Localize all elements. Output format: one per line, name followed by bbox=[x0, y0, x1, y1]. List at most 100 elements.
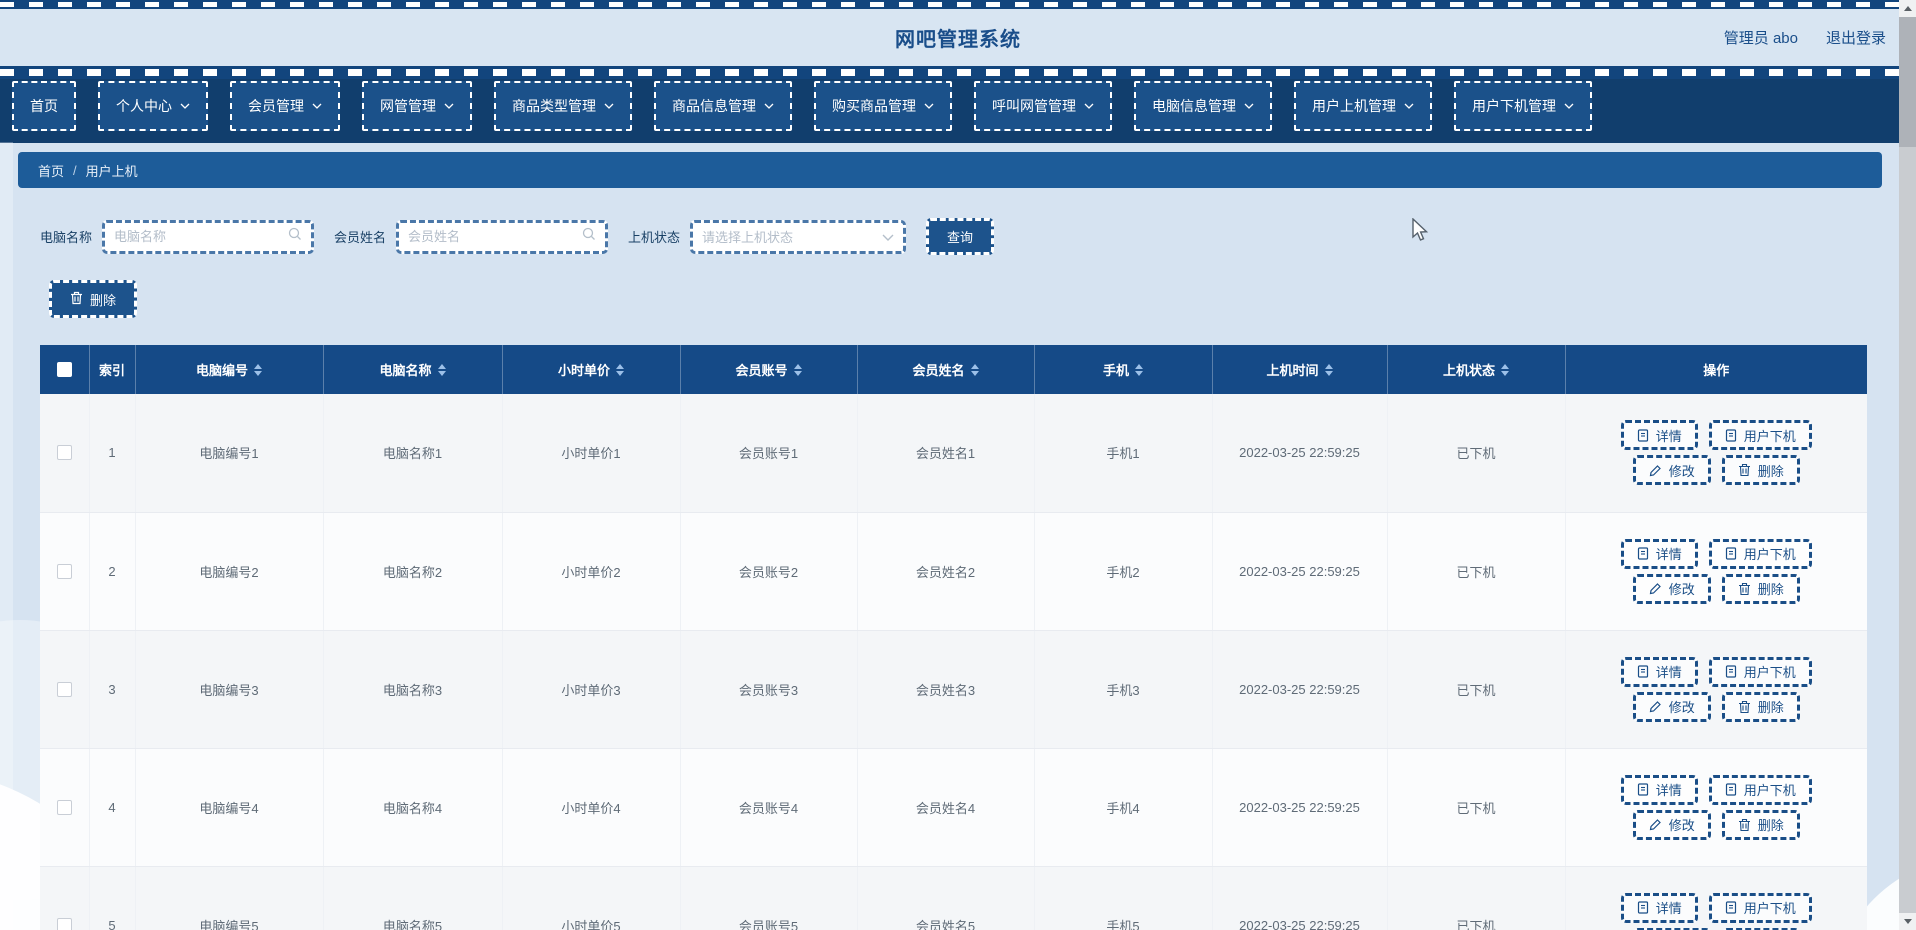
edit-button[interactable]: 修改 bbox=[1632, 809, 1711, 840]
document-icon bbox=[1725, 901, 1736, 914]
edit-button[interactable]: 修改 bbox=[1632, 573, 1711, 604]
select-all-checkbox[interactable] bbox=[56, 362, 72, 377]
row-checkbox[interactable] bbox=[56, 799, 72, 815]
header-online-status[interactable]: 上机状态 bbox=[1387, 345, 1566, 394]
cell-actions: 详情 用户下机 修改 删除 bbox=[1565, 630, 1867, 749]
nav-item-user-online-mgmt[interactable]: 用户上机管理 bbox=[1294, 81, 1432, 131]
nav-item-purchase-mgmt[interactable]: 购买商品管理 bbox=[814, 81, 952, 131]
edit-button[interactable]: 修改 bbox=[1632, 455, 1711, 486]
scroll-up-button[interactable] bbox=[1899, 0, 1916, 17]
logout-link[interactable]: 退出登录 bbox=[1826, 27, 1886, 48]
nav-item-member-mgmt[interactable]: 会员管理 bbox=[230, 81, 340, 131]
chevron-down-icon bbox=[882, 228, 894, 246]
nav-item-product-type-mgmt[interactable]: 商品类型管理 bbox=[494, 81, 632, 131]
user-offline-button[interactable]: 用户下机 bbox=[1708, 892, 1812, 923]
sort-icons[interactable] bbox=[1135, 363, 1143, 376]
row-delete-button[interactable]: 删除 bbox=[1721, 809, 1800, 840]
member-name-input[interactable] bbox=[408, 229, 583, 244]
user-offline-button[interactable]: 用户下机 bbox=[1708, 656, 1812, 687]
row-checkbox[interactable] bbox=[56, 445, 72, 461]
scroll-down-button[interactable] bbox=[1899, 913, 1916, 930]
cell-member-account: 会员账号3 bbox=[680, 630, 858, 749]
cell-member-account: 会员账号1 bbox=[680, 394, 858, 513]
cell-online-time: 2022-03-25 22:59:25 bbox=[1212, 630, 1388, 749]
table-row: 3 电脑编号3 电脑名称3 小时单价3 会员账号3 会员姓名3 手机3 2022… bbox=[40, 630, 1867, 749]
trash-icon bbox=[1738, 464, 1750, 477]
sort-icons[interactable] bbox=[793, 363, 802, 376]
chevron-down-icon bbox=[924, 103, 934, 109]
chevron-down-icon bbox=[604, 103, 614, 109]
row-delete-button[interactable]: 删除 bbox=[1721, 573, 1800, 604]
select-all-cell bbox=[40, 345, 90, 394]
nav-item-personal-center[interactable]: 个人中心 bbox=[98, 81, 208, 131]
detail-button[interactable]: 详情 bbox=[1620, 892, 1698, 923]
edit-button[interactable]: 修改 bbox=[1632, 691, 1711, 722]
cell-online-time: 2022-03-25 22:59:25 bbox=[1212, 512, 1388, 631]
sort-icons[interactable] bbox=[970, 363, 979, 376]
search-button[interactable]: 查询 bbox=[926, 218, 995, 255]
detail-button[interactable]: 详情 bbox=[1620, 656, 1698, 687]
computer-name-input[interactable] bbox=[114, 229, 289, 244]
cell-online-time: 2022-03-25 22:59:25 bbox=[1212, 394, 1388, 513]
nav-item-computer-info-mgmt[interactable]: 电脑信息管理 bbox=[1134, 81, 1272, 131]
sort-icons[interactable] bbox=[1324, 363, 1333, 376]
document-icon bbox=[1725, 665, 1736, 678]
page-title: 网吧管理系统 bbox=[895, 29, 1021, 51]
cell-member-name: 会员姓名1 bbox=[857, 394, 1035, 513]
trash-icon bbox=[70, 291, 83, 308]
cell-computer-id: 电脑编号2 bbox=[135, 512, 324, 631]
user-offline-button[interactable]: 用户下机 bbox=[1708, 538, 1812, 569]
sort-icons[interactable] bbox=[254, 363, 262, 376]
pencil-icon bbox=[1649, 583, 1661, 595]
header-online-time[interactable]: 上机时间 bbox=[1212, 345, 1388, 394]
row-checkbox[interactable] bbox=[56, 681, 72, 697]
cell-index: 5 bbox=[89, 866, 136, 930]
cell-index: 1 bbox=[89, 394, 136, 513]
online-status-select[interactable]: 请选择上机状态 bbox=[690, 219, 907, 254]
member-name-input-wrap bbox=[396, 219, 609, 254]
breadcrumb: 首页 / 用户上机 bbox=[18, 152, 1882, 188]
row-checkbox[interactable] bbox=[56, 917, 72, 930]
cell-member-name: 会员姓名4 bbox=[857, 748, 1035, 867]
cell-phone: 手机4 bbox=[1034, 748, 1213, 867]
cell-online-time: 2022-03-25 22:59:25 bbox=[1212, 748, 1388, 867]
detail-button[interactable]: 详情 bbox=[1620, 420, 1698, 451]
header-actions: 操作 bbox=[1565, 345, 1867, 394]
header-computer-id[interactable]: 电脑编号 bbox=[135, 345, 324, 394]
row-checkbox[interactable] bbox=[56, 563, 72, 579]
arrow-down-icon bbox=[1903, 919, 1912, 924]
nav-item-product-info-mgmt[interactable]: 商品信息管理 bbox=[654, 81, 792, 131]
delete-button[interactable]: 删除 bbox=[49, 280, 138, 318]
detail-button[interactable]: 详情 bbox=[1620, 774, 1698, 805]
vertical-scrollbar[interactable] bbox=[1899, 0, 1916, 930]
scrollbar-thumb[interactable] bbox=[1899, 17, 1916, 147]
cell-computer-id: 电脑编号3 bbox=[135, 630, 324, 749]
header-member-name[interactable]: 会员姓名 bbox=[857, 345, 1035, 394]
sort-icons[interactable] bbox=[616, 363, 624, 376]
cell-status: 已下机 bbox=[1387, 394, 1566, 513]
sort-icons[interactable] bbox=[1501, 363, 1509, 376]
nav-item-user-offline-mgmt[interactable]: 用户下机管理 bbox=[1454, 81, 1592, 131]
detail-button[interactable]: 详情 bbox=[1620, 538, 1698, 569]
header-phone[interactable]: 手机 bbox=[1034, 345, 1213, 394]
breadcrumb-home[interactable]: 首页 bbox=[38, 161, 64, 180]
header-hour-price[interactable]: 小时单价 bbox=[502, 345, 681, 394]
user-offline-button[interactable]: 用户下机 bbox=[1708, 774, 1812, 805]
cell-computer-id: 电脑编号1 bbox=[135, 394, 324, 513]
cell-computer-name: 电脑名称4 bbox=[323, 748, 503, 867]
row-delete-button[interactable]: 删除 bbox=[1721, 455, 1800, 486]
row-delete-button[interactable]: 删除 bbox=[1721, 691, 1800, 722]
chevron-down-icon bbox=[444, 103, 454, 109]
table-row: 1 电脑编号1 电脑名称1 小时单价1 会员账号1 会员姓名1 手机1 2022… bbox=[40, 394, 1867, 513]
table-header-row: 索引 电脑编号 电脑名称 小时单价 会员账号 会员姓名 手机 上机时间 上机状态… bbox=[40, 345, 1867, 394]
mouse-cursor bbox=[1412, 217, 1429, 247]
cell-index: 4 bbox=[89, 748, 136, 867]
filter-bar: 电脑名称 会员姓名 上机状态 请选择上机状态 查询 bbox=[40, 218, 995, 255]
nav-item-netadmin-mgmt[interactable]: 网管管理 bbox=[362, 81, 472, 131]
sort-icons[interactable] bbox=[437, 363, 446, 376]
user-offline-button[interactable]: 用户下机 bbox=[1708, 420, 1812, 451]
header-member-account[interactable]: 会员账号 bbox=[680, 345, 858, 394]
nav-item-call-netadmin-mgmt[interactable]: 呼叫网管管理 bbox=[974, 81, 1112, 131]
nav-item-home[interactable]: 首页 bbox=[12, 81, 76, 131]
header-computer-name[interactable]: 电脑名称 bbox=[323, 345, 503, 394]
